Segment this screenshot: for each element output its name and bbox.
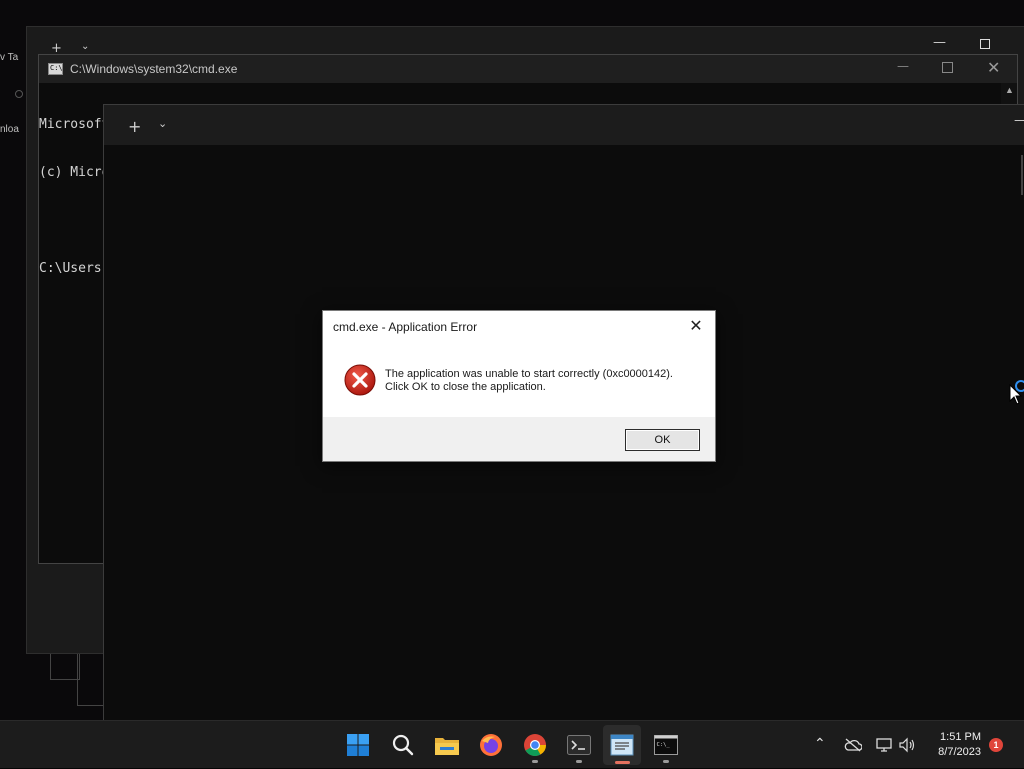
cmd-window-title: C:\Windows\system32\cmd.exe [70,62,238,76]
desktop: v Ta nloa + ⌄ — C:\Windows\system32\cmd.… [0,0,1024,720]
new-tab-button[interactable]: + [128,117,141,136]
running-indicator [663,760,669,763]
terminal-tabstrip: + ⌄ — [104,105,1024,145]
dialog-message: The application was unable to start corr… [385,368,673,394]
notification-badge[interactable]: 1 [989,738,1003,752]
background-fragment: v Ta [0,52,19,63]
ok-button[interactable]: OK [625,429,700,451]
notepad-icon[interactable] [608,731,636,759]
cmd-icon[interactable]: C:\_ [652,731,680,759]
volume-icon[interactable] [899,737,916,753]
clock-date: 8/7/2023 [938,746,981,758]
message-line: Click OK to close the application. [385,381,546,393]
search-icon[interactable] [389,731,417,759]
scrollbar-thumb[interactable] [1021,155,1023,195]
clock[interactable]: 1:51 PM 8/7/2023 [938,730,981,760]
system-tray: ⌃ [806,721,926,769]
chrome-icon[interactable] [521,731,549,759]
close-button[interactable]: ✕ [685,315,707,337]
clock-time: 1:51 PM [940,731,981,743]
background-fragment: nloa [0,124,19,135]
maximize-button[interactable] [942,62,953,73]
firefox-icon[interactable] [477,731,505,759]
cmd-titlebar[interactable]: C:\Windows\system32\cmd.exe — ✕ [39,55,1017,83]
tab-dropdown-button[interactable]: ⌄ [158,117,167,130]
cmd-app-icon [48,63,63,75]
busy-spinner-icon [1015,380,1024,392]
terminal-icon[interactable] [565,731,593,759]
file-explorer-icon[interactable] [433,731,461,759]
minimize-button[interactable]: — [1014,113,1024,128]
chevron-up-icon[interactable]: ⌃ [814,735,826,752]
maximize-button[interactable] [980,39,990,49]
dialog-footer: OK [323,417,715,461]
dialog-title: cmd.exe - Application Error [333,320,478,334]
running-indicator [532,760,538,763]
network-icon[interactable] [876,737,892,753]
error-icon [344,364,376,396]
active-indicator [615,761,630,764]
error-dialog[interactable]: cmd.exe - Application Error ✕ The applic… [322,310,716,462]
tab-dropdown-button[interactable]: ⌄ [81,41,89,52]
start-icon[interactable] [344,731,372,759]
onedrive-icon[interactable] [844,738,862,752]
close-button[interactable]: ✕ [987,58,1000,77]
minimize-button[interactable]: — [897,59,909,73]
svg-text:C:\_: C:\_ [657,742,671,748]
taskbar: C:\_ ⌃ 1:51 PM 8/7/2023 1 [0,720,1024,768]
running-indicator [576,760,582,763]
message-line: The application was unable to start corr… [385,368,673,380]
terminal-tabstrip: + ⌄ — [27,27,1024,57]
scroll-up-icon[interactable]: ▲ [1005,85,1014,95]
minimize-button[interactable]: — [933,35,946,50]
background-fragment-icon [15,90,23,98]
